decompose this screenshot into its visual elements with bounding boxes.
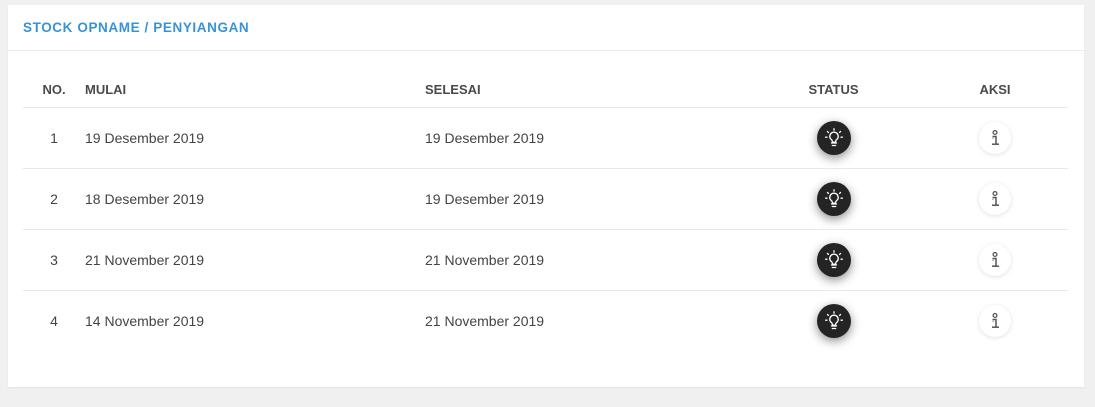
column-header-no: NO. (23, 71, 85, 108)
status-cell (745, 229, 922, 291)
page-title: STOCK OPNAME / PENYIANGAN (23, 20, 250, 35)
column-header-status: STATUS (745, 71, 922, 108)
status-cell (745, 291, 922, 352)
aksi-cell (922, 107, 1068, 169)
table-row: 1 19 Desember 2019 19 Desember 2019 (23, 107, 1068, 169)
info-icon (992, 313, 999, 328)
stock-opname-table: NO. MULAI SELESAI STATUS AKSI 1 19 Desem… (23, 71, 1068, 351)
aksi-cell (922, 229, 1068, 291)
info-button[interactable] (979, 183, 1011, 215)
aksi-cell (922, 168, 1068, 230)
lightbulb-icon (824, 311, 843, 330)
status-cell (745, 168, 922, 230)
start-date: 19 Desember 2019 (85, 107, 425, 169)
card-header: STOCK OPNAME / PENYIANGAN (8, 5, 1084, 51)
info-button[interactable] (979, 244, 1011, 276)
status-button[interactable] (816, 121, 851, 155)
end-date: 19 Desember 2019 (425, 168, 745, 230)
lightbulb-icon (824, 128, 843, 147)
status-button[interactable] (816, 243, 851, 277)
status-button[interactable] (816, 182, 851, 216)
info-button[interactable] (979, 122, 1011, 154)
status-button[interactable] (816, 304, 851, 338)
status-cell (745, 107, 922, 169)
lightbulb-icon (824, 189, 843, 208)
table-header-row: NO. MULAI SELESAI STATUS AKSI (23, 71, 1068, 108)
table-row: 3 21 November 2019 21 November 2019 (23, 229, 1068, 291)
info-button[interactable] (979, 305, 1011, 337)
end-date: 21 November 2019 (425, 229, 745, 291)
column-header-selesai: SELESAI (425, 71, 745, 108)
row-number: 3 (23, 229, 85, 291)
table-row: 2 18 Desember 2019 19 Desember 2019 (23, 168, 1068, 230)
table-row: 4 14 November 2019 21 November 2019 (23, 291, 1068, 352)
column-header-mulai: MULAI (85, 71, 425, 108)
info-icon (992, 191, 999, 206)
start-date: 18 Desember 2019 (85, 168, 425, 230)
info-icon (992, 130, 999, 145)
row-number: 4 (50, 313, 58, 329)
stock-opname-card: STOCK OPNAME / PENYIANGAN NO. MULAI SELE… (8, 5, 1084, 387)
end-date: 21 November 2019 (425, 313, 545, 329)
start-date: 14 November 2019 (85, 313, 205, 329)
lightbulb-icon (824, 250, 843, 269)
end-date: 19 Desember 2019 (425, 107, 745, 169)
info-icon (992, 252, 999, 267)
column-header-aksi: AKSI (922, 71, 1068, 108)
row-number: 2 (23, 168, 85, 230)
start-date: 21 November 2019 (85, 229, 425, 291)
aksi-cell (922, 291, 1068, 352)
row-number: 1 (23, 107, 85, 169)
